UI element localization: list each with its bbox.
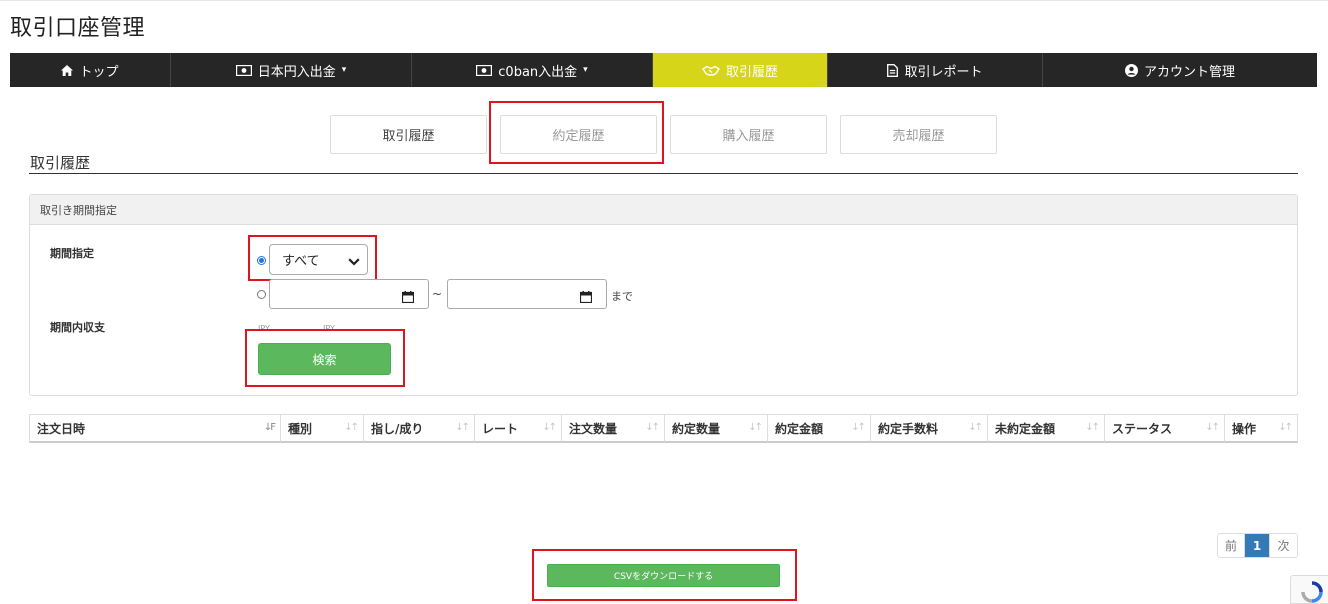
nav-item-trade-history[interactable]: 取引履歴: [653, 53, 828, 87]
column-header[interactable]: 約定金額 ↓↑: [767, 415, 870, 442]
column-header[interactable]: 約定数量 ↓↑: [664, 415, 767, 442]
nav-item-label: トップ: [79, 64, 119, 80]
subtab-execution-history[interactable]: 約定履歴: [500, 115, 657, 154]
pagination-next[interactable]: 次: [1270, 534, 1297, 557]
user-circle-icon: [1124, 63, 1138, 77]
sort-icon: ↓↑: [344, 422, 359, 433]
pagination-page[interactable]: 1: [1245, 534, 1270, 557]
nav-item-label: アカウント管理: [1143, 64, 1235, 80]
csv-download-button[interactable]: CSVをダウンロードする: [547, 564, 780, 587]
range-suffix: まで: [611, 290, 633, 303]
column-header[interactable]: 指し/成り ↓↑: [363, 415, 474, 442]
start-date-input[interactable]: [269, 279, 429, 309]
column-header[interactable]: 約定手数料 ↓↑: [870, 415, 987, 442]
column-header[interactable]: ステータス ↓↑: [1104, 415, 1224, 442]
history-table-header: 注文日時 ↓F 種別 ↓↑ 指し/成り ↓↑ レート ↓↑ 注文数量 ↓↑ 約定数量 ↓↑ …: [29, 414, 1298, 443]
column-header[interactable]: レート ↓↑: [474, 415, 561, 442]
sort-icon: ↓↑: [645, 422, 660, 433]
pagination-prev[interactable]: 前: [1218, 534, 1245, 557]
sort-icon: ↓↑: [748, 422, 763, 433]
recaptcha-badge[interactable]: [1290, 575, 1328, 604]
subtab-purchase-history[interactable]: 購入履歴: [670, 115, 827, 154]
end-date-input[interactable]: [447, 279, 607, 309]
caret-down-icon: ▾: [341, 65, 347, 75]
column-header[interactable]: 未約定金額 ↓↑: [987, 415, 1104, 442]
subtab-trade-history[interactable]: 取引履歴: [330, 115, 487, 154]
panel-title: 取引き期間指定: [30, 195, 1297, 225]
column-header[interactable]: 種別 ↓↑: [280, 415, 363, 442]
money-icon: [476, 64, 493, 76]
search-button[interactable]: 検索: [258, 343, 391, 375]
sort-icon: ↓↑: [1205, 422, 1220, 433]
main-nav: トップ 日本円入出金 ▾ c0ban入出金 ▾ 取引履歴 取引レポート アカウン…: [10, 53, 1317, 87]
sort-desc-icon: ↓F: [263, 422, 276, 433]
nav-item-label: 取引レポート: [904, 64, 983, 80]
calendar-icon: [579, 288, 593, 307]
nav-item-label: 日本円入出金: [257, 64, 336, 80]
nav-item-jpy-deposit[interactable]: 日本円入出金 ▾: [171, 53, 412, 87]
nav-item-account[interactable]: アカウント管理: [1043, 53, 1317, 87]
handshake-icon: [702, 65, 720, 76]
section-title: 取引履歴: [30, 154, 91, 172]
period-select-value: すべて: [282, 254, 320, 269]
recaptcha-icon: [1301, 581, 1323, 603]
column-header[interactable]: 注文日時 ↓F: [29, 415, 280, 442]
balance-label: 期間内収支: [50, 321, 105, 334]
period-label: 期間指定: [50, 247, 94, 260]
nav-item-label: c0ban入出金: [498, 64, 578, 80]
period-select[interactable]: すべて: [269, 244, 368, 275]
chevron-down-icon: [348, 255, 360, 270]
balance-unit: JPY: [323, 325, 335, 330]
column-header[interactable]: 注文数量 ↓↑: [561, 415, 664, 442]
sort-icon: ↓↑: [542, 422, 557, 433]
document-icon: [887, 63, 899, 77]
nav-item-c0ban-deposit[interactable]: c0ban入出金 ▾: [412, 53, 653, 87]
top-border: [0, 0, 1328, 1]
money-icon: [235, 64, 252, 76]
balance-unit: JPY: [258, 325, 270, 330]
caret-down-icon: ▾: [583, 65, 588, 75]
nav-item-label: 取引履歴: [725, 64, 778, 80]
sort-icon: ↓↑: [455, 422, 470, 433]
nav-item-trade-report[interactable]: 取引レポート: [828, 53, 1043, 87]
radio-all-period[interactable]: [257, 256, 266, 265]
period-filter-panel: 取引き期間指定: [29, 194, 1298, 396]
section-divider: [29, 173, 1298, 174]
sort-icon: ↓↑: [1085, 422, 1100, 433]
range-separator: ~: [432, 287, 443, 301]
sort-icon: ↓↑: [968, 422, 983, 433]
page-title: 取引口座管理: [10, 16, 146, 41]
subtab-sale-history[interactable]: 売却履歴: [840, 115, 997, 154]
sort-icon: ↓↑: [851, 422, 866, 433]
calendar-icon: [401, 288, 415, 307]
sort-icon: ↓↑: [1278, 422, 1293, 433]
radio-date-range[interactable]: [257, 290, 266, 299]
pagination: 前 1 次: [1217, 533, 1298, 558]
column-header[interactable]: 操作 ↓↑: [1224, 415, 1298, 442]
home-icon: [61, 64, 74, 76]
nav-item-top[interactable]: トップ: [10, 53, 171, 87]
